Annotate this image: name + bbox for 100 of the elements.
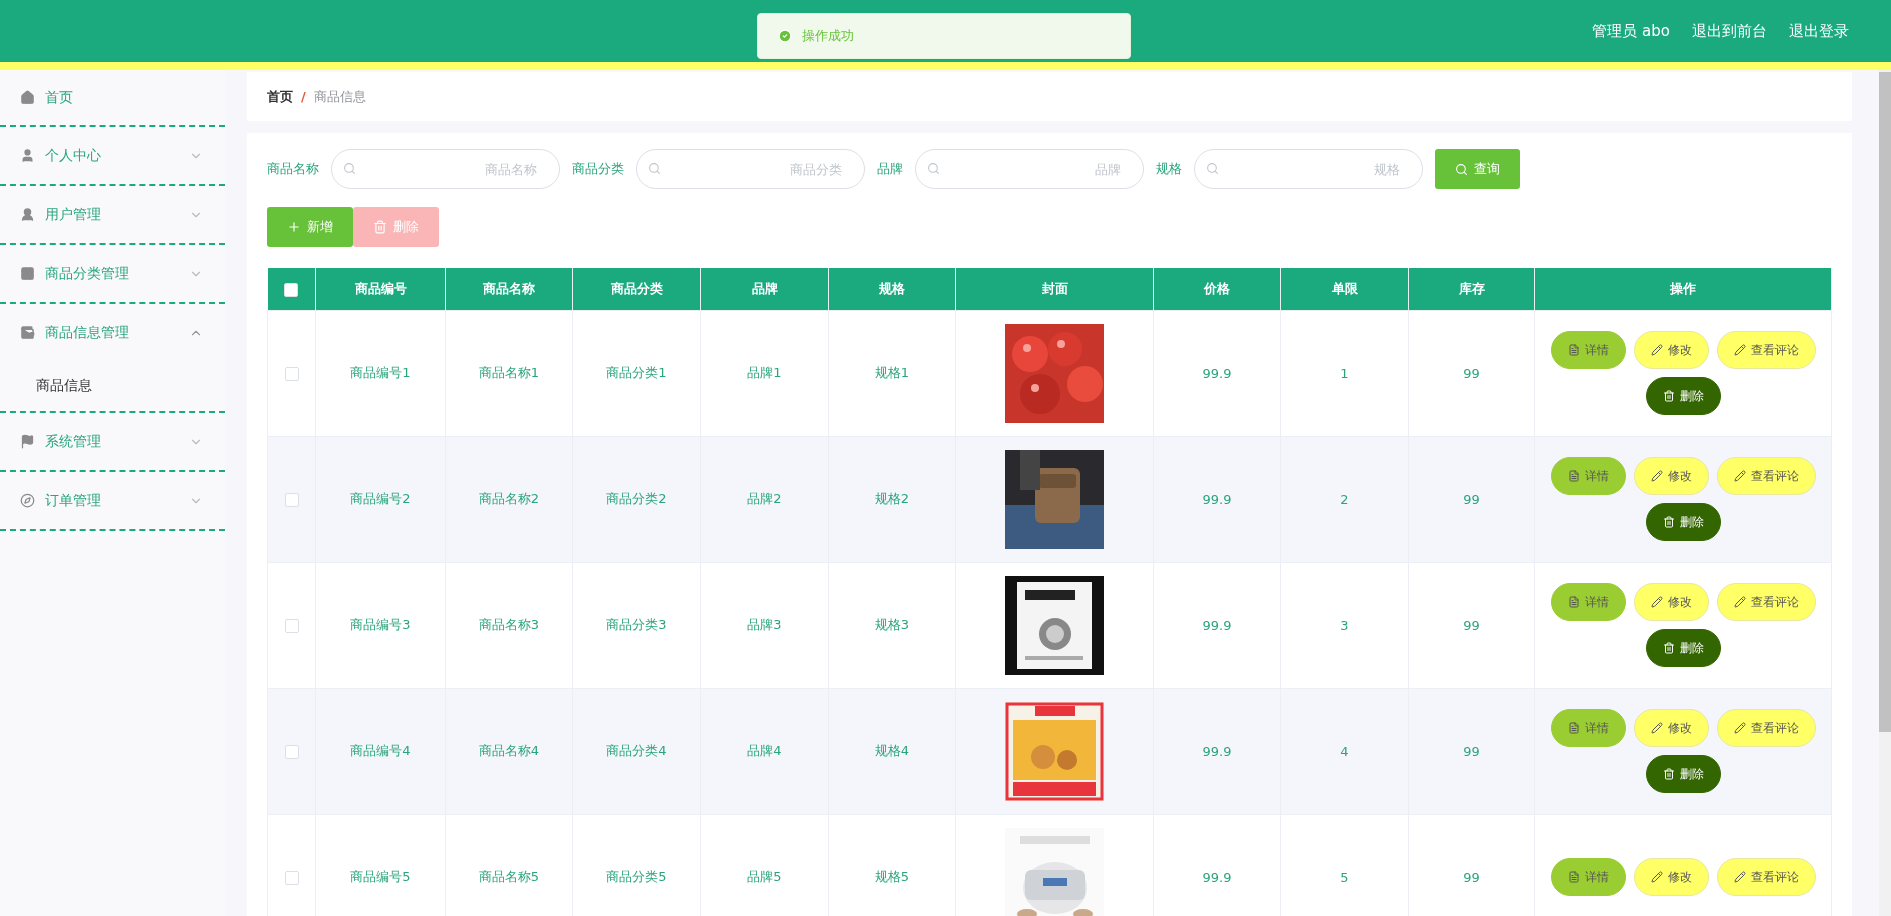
pencil-icon (1733, 722, 1746, 734)
menu-item[interactable]: 商品分类管理 (0, 245, 225, 302)
details-button[interactable]: 详情 (1550, 331, 1626, 369)
pencil-icon (1650, 344, 1663, 356)
edit-button[interactable]: 修改 (1633, 858, 1709, 896)
table-cell: 商品名称4 (445, 688, 573, 814)
menu-item[interactable]: 系统管理 (0, 413, 225, 470)
table-cell: 4 (1280, 688, 1409, 814)
pencil-icon (1650, 596, 1663, 608)
table-cell: 规格1 (828, 310, 956, 436)
table-cell: 规格2 (828, 436, 956, 562)
edit-button[interactable]: 查看评论 (1716, 858, 1816, 896)
menu-item[interactable]: 个人中心 (0, 127, 225, 184)
menu-item[interactable]: 用户管理 (0, 186, 225, 243)
table-cell: 商品分类4 (572, 688, 701, 814)
menu-item[interactable]: 订单管理 (0, 472, 225, 529)
pencil-icon (1650, 722, 1663, 734)
table-cell: 商品编号3 (315, 562, 446, 688)
add-button[interactable]: 新增 (267, 207, 353, 247)
person-icon (20, 207, 35, 222)
row-checkbox[interactable] (284, 744, 299, 759)
table-cell: 99.9 (1153, 688, 1281, 814)
search-icon (1206, 162, 1219, 175)
delete-button[interactable]: 删除 (1645, 377, 1721, 415)
query-button[interactable]: 查询 (1435, 149, 1520, 189)
search-field[interactable]: 商品名称 (331, 149, 560, 189)
column-header: 规格 (828, 268, 956, 310)
header-link[interactable]: 退出到前台 (1692, 21, 1767, 41)
edit-button[interactable]: 修改 (1633, 709, 1709, 747)
table-cell: 品牌1 (700, 310, 829, 436)
table-cell: 规格4 (828, 688, 956, 814)
details-button[interactable]: 详情 (1550, 583, 1626, 621)
table-cell: 商品名称3 (445, 562, 573, 688)
delete-button[interactable]: 删除 (1645, 629, 1721, 667)
row-checkbox[interactable] (284, 870, 299, 885)
search-field[interactable]: 品牌 (915, 149, 1144, 189)
table-cell: 99.9 (1153, 310, 1281, 436)
menu-item[interactable]: 首页 (0, 70, 225, 127)
document-icon (1567, 470, 1580, 482)
search-icon (648, 162, 661, 175)
table-cell: 商品分类2 (572, 436, 701, 562)
field-label: 品牌 (877, 160, 903, 178)
row-checkbox[interactable] (284, 618, 299, 633)
document-icon (1567, 596, 1580, 608)
column-header: 商品分类 (572, 268, 701, 310)
delete-button[interactable]: 删除 (1645, 755, 1721, 793)
table-cell: 商品编号2 (315, 436, 446, 562)
pencil-icon (1733, 871, 1746, 883)
edit-button[interactable]: 修改 (1633, 331, 1709, 369)
row-checkbox[interactable] (284, 492, 299, 507)
table-cell: 2 (1280, 436, 1409, 562)
row-checkbox[interactable] (284, 366, 299, 381)
delete-button[interactable]: 删除 (1645, 503, 1721, 541)
table-cell: 品牌2 (700, 436, 829, 562)
plus-icon (287, 220, 301, 234)
check-icon (778, 29, 792, 43)
table-cell: 商品分类1 (572, 310, 701, 436)
select-all-checkbox[interactable] (284, 282, 299, 297)
details-button[interactable]: 详情 (1550, 709, 1626, 747)
edit-button[interactable]: 查看评论 (1716, 709, 1816, 747)
details-button[interactable]: 详情 (1550, 457, 1626, 495)
table-cell: 规格3 (828, 562, 956, 688)
edit-button[interactable]: 查看评论 (1716, 583, 1816, 621)
trash-icon (1662, 516, 1675, 528)
breadcrumb-item[interactable]: 首页 (267, 87, 293, 106)
field-label: 规格 (1156, 160, 1182, 178)
flag-icon (20, 434, 35, 449)
column-header: 封面 (955, 268, 1154, 310)
search-field[interactable]: 规格 (1194, 149, 1423, 189)
table-cell: 3 (1280, 562, 1409, 688)
edit-button[interactable]: 修改 (1633, 583, 1709, 621)
breadcrumb-item: 商品信息 (313, 87, 366, 106)
table-cell: 商品编号4 (315, 688, 446, 814)
header-link[interactable]: 管理员 abo (1592, 21, 1670, 41)
edit-button[interactable]: 修改 (1633, 457, 1709, 495)
edit-button[interactable]: 查看评论 (1716, 331, 1816, 369)
search-field[interactable]: 商品分类 (636, 149, 865, 189)
column-header: 单限 (1280, 268, 1409, 310)
table-cell: 99 (1408, 688, 1535, 814)
search-icon (927, 162, 940, 175)
submenu-item[interactable]: 商品信息 (0, 361, 225, 411)
table-cell: 1 (1280, 310, 1409, 436)
table-cell: 商品编号1 (315, 310, 446, 436)
details-button[interactable]: 详情 (1550, 858, 1626, 896)
home-icon (20, 90, 35, 105)
compass-icon (20, 493, 35, 508)
table-cell: 品牌3 (700, 562, 829, 688)
pencil-icon (1733, 470, 1746, 482)
search-icon (343, 162, 356, 175)
column-header: 品牌 (700, 268, 829, 310)
pencil-icon (1650, 470, 1663, 482)
toast-message: 操作成功 (802, 27, 854, 45)
menu-item[interactable]: 商品信息管理 (0, 304, 225, 361)
edit-button[interactable]: 查看评论 (1716, 457, 1816, 495)
table-cell: 99.9 (1153, 562, 1281, 688)
document-icon (1567, 722, 1580, 734)
scrollbar[interactable] (1879, 70, 1891, 916)
search-icon (1455, 162, 1468, 176)
header-link[interactable]: 退出登录 (1789, 21, 1849, 41)
trash-icon (1662, 642, 1675, 654)
